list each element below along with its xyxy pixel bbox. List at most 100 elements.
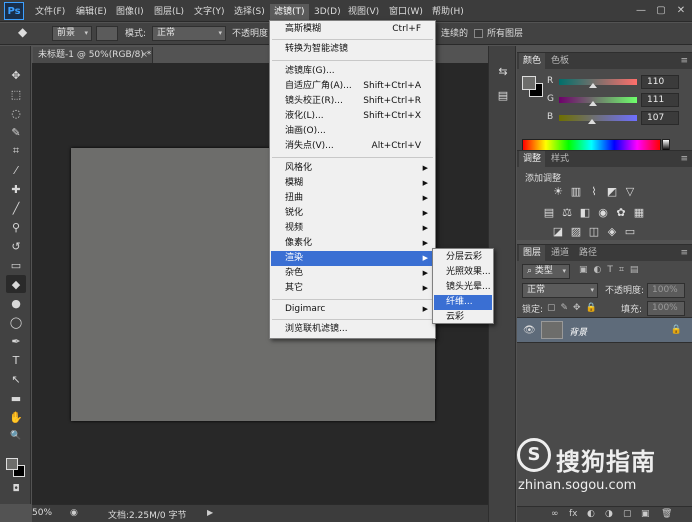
document-tab[interactable]: 未标题-1 @ 50%(RGB/8) * × [33, 47, 153, 63]
color-lookup-icon[interactable]: ▦ [632, 206, 646, 220]
close-icon[interactable]: × [140, 47, 148, 63]
quick-select-icon[interactable]: ✎ [6, 123, 26, 141]
submenu-item-difference-clouds[interactable]: 分层云彩 [434, 250, 492, 265]
fill-source-select[interactable]: 前景 ▾ [52, 26, 92, 41]
layer-filter-icons[interactable]: ▣◐T⌗▤ [579, 265, 644, 275]
menu-item-stylize[interactable]: 风格化 ▶ [271, 161, 434, 176]
menu-image[interactable]: 图像(I) [112, 4, 148, 20]
menu-layer[interactable]: 图层(L) [150, 4, 188, 20]
exposure-icon[interactable]: ◩ [605, 185, 619, 199]
blue-slider-thumb[interactable] [587, 119, 596, 124]
color-balance-icon[interactable]: ⚖ [560, 206, 574, 220]
eraser-icon[interactable]: ▭ [6, 256, 26, 274]
new-group-icon[interactable]: ▢ [623, 509, 632, 519]
menu-item-blur[interactable]: 模糊 ▶ [271, 176, 434, 191]
maximize-icon[interactable]: ▢ [652, 3, 670, 18]
photo-filter-icon[interactable]: ◉ [596, 206, 610, 220]
green-slider[interactable] [559, 97, 637, 103]
gradient-map-icon[interactable]: ▭ [623, 225, 637, 239]
submenu-item-clouds[interactable]: 云彩 [434, 310, 492, 325]
history-panel-icon[interactable]: ⇆ [495, 64, 511, 80]
red-value-field[interactable]: 110 [641, 75, 679, 89]
menu-help[interactable]: 帮助(H) [428, 4, 468, 20]
eye-icon[interactable]: 👁 [523, 325, 536, 336]
hand-icon[interactable]: ✋ [6, 408, 26, 426]
eyedropper-icon[interactable]: ⁄ [6, 161, 26, 179]
menu-file[interactable]: 文件(F) [31, 4, 69, 20]
layer-row[interactable]: 👁 背景 🔒 [517, 317, 692, 343]
paint-bucket-icon[interactable]: ◆ [18, 25, 27, 39]
quick-mask-icon[interactable]: ◘ [6, 480, 26, 498]
chevron-right-icon[interactable]: ▶ [207, 508, 213, 517]
tab-color[interactable]: 颜色 [519, 53, 546, 69]
paint-bucket-icon[interactable]: ◆ [6, 275, 26, 293]
menu-select[interactable]: 选择(S) [230, 4, 269, 20]
blend-mode-select[interactable]: 正常 ▾ [522, 283, 598, 298]
blue-value-field[interactable]: 107 [641, 111, 679, 125]
dodge-icon[interactable]: ◯ [6, 313, 26, 331]
tab-paths[interactable]: 路径 [575, 245, 601, 261]
pattern-picker[interactable] [96, 26, 118, 41]
menu-item-oil-paint[interactable]: 油画(O)... [271, 124, 434, 139]
menu-item-digimarc[interactable]: Digimarc ▶ [271, 302, 434, 317]
menu-item-adaptive-wide-angle[interactable]: 自适应广角(A)... Shift+Ctrl+A [271, 79, 434, 94]
menu-3d[interactable]: 3D(D) [310, 4, 345, 20]
lasso-icon[interactable]: ◌ [6, 104, 26, 122]
panel-menu-icon[interactable]: ≡ [680, 248, 688, 258]
tab-channels[interactable]: 通道 [547, 245, 573, 261]
menu-item-sharpen[interactable]: 锐化 ▶ [271, 206, 434, 221]
tab-swatches[interactable]: 色板 [547, 53, 573, 69]
menu-view[interactable]: 视图(V) [344, 4, 383, 20]
adjustment-layer-icon[interactable]: ◑ [605, 509, 613, 519]
channel-mixer-icon[interactable]: ✿ [614, 206, 628, 220]
brightness-contrast-icon[interactable]: ☀ [551, 185, 565, 199]
mode-select[interactable]: 正常 ▾ [152, 26, 226, 41]
pen-icon[interactable]: ✒ [6, 332, 26, 350]
layer-filter-select[interactable]: ⌕ 类型 ▾ [522, 264, 570, 279]
brush-icon[interactable]: ╱ [6, 199, 26, 217]
new-layer-icon[interactable]: ▣ [641, 509, 650, 519]
menu-window[interactable]: 窗口(W) [385, 4, 427, 20]
marquee-icon[interactable]: ⬚ [6, 85, 26, 103]
trash-icon[interactable]: 🗑 [661, 509, 672, 519]
move-icon[interactable]: ✥ [6, 66, 26, 84]
zoom-icon[interactable]: 🔍 [6, 427, 26, 445]
tab-adjustments[interactable]: 调整 [519, 151, 546, 167]
path-select-icon[interactable]: ↖ [6, 370, 26, 388]
history-brush-icon[interactable]: ↺ [6, 237, 26, 255]
selective-color-icon[interactable]: ◈ [605, 225, 619, 239]
blue-slider[interactable] [559, 115, 637, 121]
hue-saturation-icon[interactable]: ▤ [542, 206, 556, 220]
minimize-icon[interactable]: — [632, 3, 650, 18]
rectangle-icon[interactable]: ▬ [6, 389, 26, 407]
green-value-field[interactable]: 111 [641, 93, 679, 107]
menu-item-video[interactable]: 视频 ▶ [271, 221, 434, 236]
posterize-icon[interactable]: ▨ [569, 225, 583, 239]
curves-icon[interactable]: ⌇ [587, 185, 601, 199]
red-slider-thumb[interactable] [588, 83, 597, 88]
layer-opacity-field[interactable]: 100% [647, 283, 685, 298]
menu-item-noise[interactable]: 杂色 ▶ [271, 266, 434, 281]
add-mask-icon[interactable]: ◐ [587, 509, 595, 519]
type-icon[interactable]: T [6, 351, 26, 369]
tab-layers[interactable]: 图层 [519, 245, 546, 261]
menu-type[interactable]: 文字(Y) [190, 4, 229, 20]
tab-styles[interactable]: 样式 [547, 151, 573, 167]
invert-icon[interactable]: ◪ [551, 225, 565, 239]
submenu-item-fibers[interactable]: 纤维... [434, 295, 492, 310]
menu-edit[interactable]: 编辑(E) [72, 4, 111, 20]
menu-item-gaussian-blur[interactable]: 高斯模糊 Ctrl+F [271, 22, 434, 37]
menu-item-browse-filters-online[interactable]: 浏览联机滤镜... [271, 322, 434, 337]
levels-icon[interactable]: ▥ [569, 185, 583, 199]
submenu-item-lighting-effects[interactable]: 光照效果... [434, 265, 492, 280]
healing-brush-icon[interactable]: ✚ [6, 180, 26, 198]
foreground-color-swatch[interactable] [6, 458, 18, 470]
all-layers-checkbox[interactable] [474, 29, 483, 38]
menu-filter[interactable]: 滤镜(T) [270, 4, 309, 20]
clone-stamp-icon[interactable]: ⚲ [6, 218, 26, 236]
black-white-icon[interactable]: ◧ [578, 206, 592, 220]
menu-item-liquify[interactable]: 液化(L)... Shift+Ctrl+X [271, 109, 434, 124]
menu-item-filter-gallery[interactable]: 滤镜库(G)... [271, 64, 434, 79]
submenu-item-lens-flare[interactable]: 镜头光晕... [434, 280, 492, 295]
link-layers-icon[interactable]: ∞ [551, 509, 559, 519]
